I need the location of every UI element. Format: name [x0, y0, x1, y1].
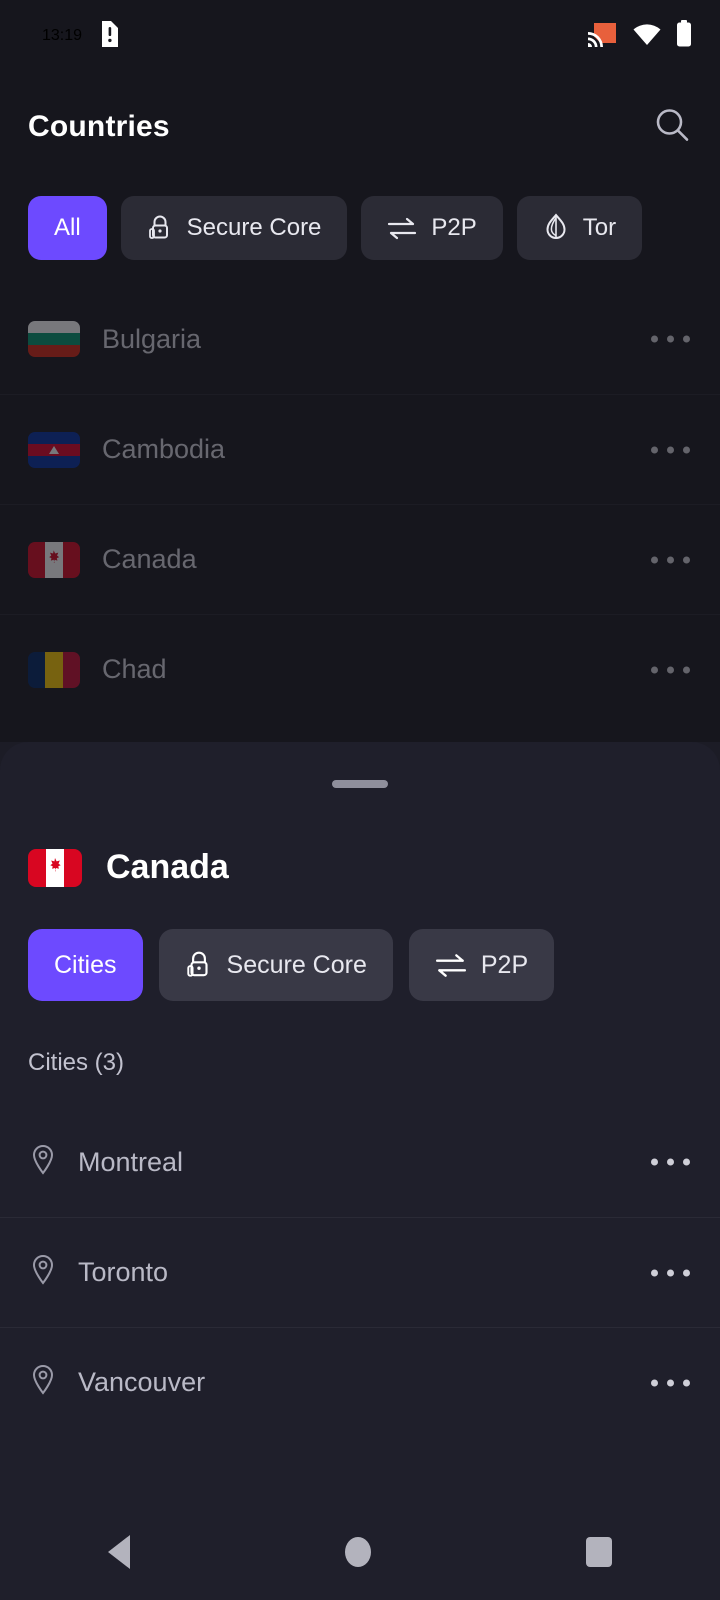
more-options-icon[interactable]: [651, 1269, 690, 1276]
sheet-tab-row: Cities Secure Core P2P: [0, 887, 720, 1001]
filter-chip-all-label: All: [54, 214, 81, 241]
tab-p2p-label: P2P: [480, 950, 529, 979]
lock-icon: [147, 214, 173, 242]
filter-chip-p2p-label: P2P: [431, 214, 477, 241]
cambodia-flag: [28, 431, 80, 468]
filter-chip-secure-core-label: Secure Core: [186, 214, 322, 241]
canada-flag: [28, 848, 82, 887]
table-row[interactable]: Chad: [0, 614, 720, 724]
lock-icon: [185, 950, 213, 980]
tab-secure-core-label: Secure Core: [226, 950, 367, 979]
status-time: 13:19: [42, 27, 83, 44]
battery-icon: [676, 20, 692, 52]
tab-cities-label: Cities: [54, 950, 117, 979]
android-navigation-bar: [0, 1504, 720, 1600]
status-bar-left: 13:19: [42, 20, 119, 52]
country-name: Cambodia: [102, 434, 226, 464]
more-options-icon[interactable]: [651, 1158, 690, 1166]
country-list: Bulgaria Cambodia Canada Chad: [0, 284, 720, 724]
more-options-icon[interactable]: [651, 556, 690, 563]
canada-flag: [28, 541, 80, 578]
drag-handle[interactable]: [332, 780, 388, 788]
city-name: Montreal: [78, 1146, 184, 1177]
country-name: Chad: [102, 654, 167, 684]
more-options-icon[interactable]: [651, 446, 690, 453]
more-options-icon[interactable]: [651, 1379, 690, 1386]
list-item[interactable]: Montreal: [0, 1107, 720, 1217]
status-bar: 13:19: [0, 0, 720, 72]
more-options-icon[interactable]: [651, 335, 690, 343]
filter-chip-tor-label: Tor: [582, 214, 617, 241]
back-button[interactable]: [107, 1535, 130, 1569]
sheet-country-title: Canada: [106, 848, 229, 886]
filter-chip-row: All Secure Core P2P Tor: [0, 182, 720, 274]
list-item[interactable]: Vancouver: [0, 1327, 720, 1437]
tab-cities[interactable]: Cities: [28, 929, 143, 1001]
city-name: Vancouver: [78, 1367, 206, 1397]
country-name: Bulgaria: [102, 323, 202, 354]
map-pin-icon: [28, 1362, 58, 1403]
top-app-bar: Countries: [0, 72, 720, 182]
country-detail-bottom-sheet: Canada Cities Secure Core P2P Cities (3)…: [0, 742, 720, 1600]
list-item[interactable]: Toronto: [0, 1217, 720, 1327]
bulgaria-flag: [28, 321, 80, 357]
table-row[interactable]: Canada: [0, 504, 720, 614]
cities-section-header: Cities (3): [28, 1049, 125, 1076]
wifi-icon: [632, 22, 662, 51]
swap-arrows-icon: [387, 216, 417, 240]
swap-arrows-icon: [435, 952, 467, 978]
more-options-icon[interactable]: [651, 666, 690, 673]
search-icon[interactable]: [652, 105, 692, 150]
filter-chip-p2p[interactable]: P2P: [361, 196, 503, 260]
table-row[interactable]: Cambodia: [0, 394, 720, 504]
cast-icon: [588, 21, 618, 52]
chad-flag: [28, 651, 80, 688]
tab-secure-core[interactable]: Secure Core: [158, 929, 393, 1001]
sheet-header: Canada: [0, 788, 720, 887]
status-bar-right: [588, 20, 692, 52]
map-pin-icon: [28, 1142, 58, 1183]
countries-page-behind-scrim: Countries All Secure Core P2P Tor Bulgar…: [0, 72, 720, 742]
city-list: Montreal Toronto Vancouver: [0, 1107, 720, 1437]
tab-p2p[interactable]: P2P: [408, 929, 555, 1001]
country-name: Canada: [102, 544, 197, 574]
filter-chip-all[interactable]: All: [28, 196, 107, 260]
sd-card-alert-icon: [98, 20, 119, 52]
page-title: Countries: [28, 110, 170, 143]
filter-chip-tor[interactable]: Tor: [516, 196, 643, 260]
table-row[interactable]: Bulgaria: [0, 284, 720, 394]
onion-icon: [543, 213, 569, 243]
filter-chip-secure-core[interactable]: Secure Core: [120, 196, 348, 260]
recents-button[interactable]: [586, 1537, 613, 1567]
city-name: Toronto: [78, 1257, 169, 1287]
map-pin-icon: [28, 1252, 58, 1293]
app-root: 13:19 Countries All Secure Core P2P Tor …: [0, 0, 720, 1600]
home-button[interactable]: [344, 1537, 371, 1567]
